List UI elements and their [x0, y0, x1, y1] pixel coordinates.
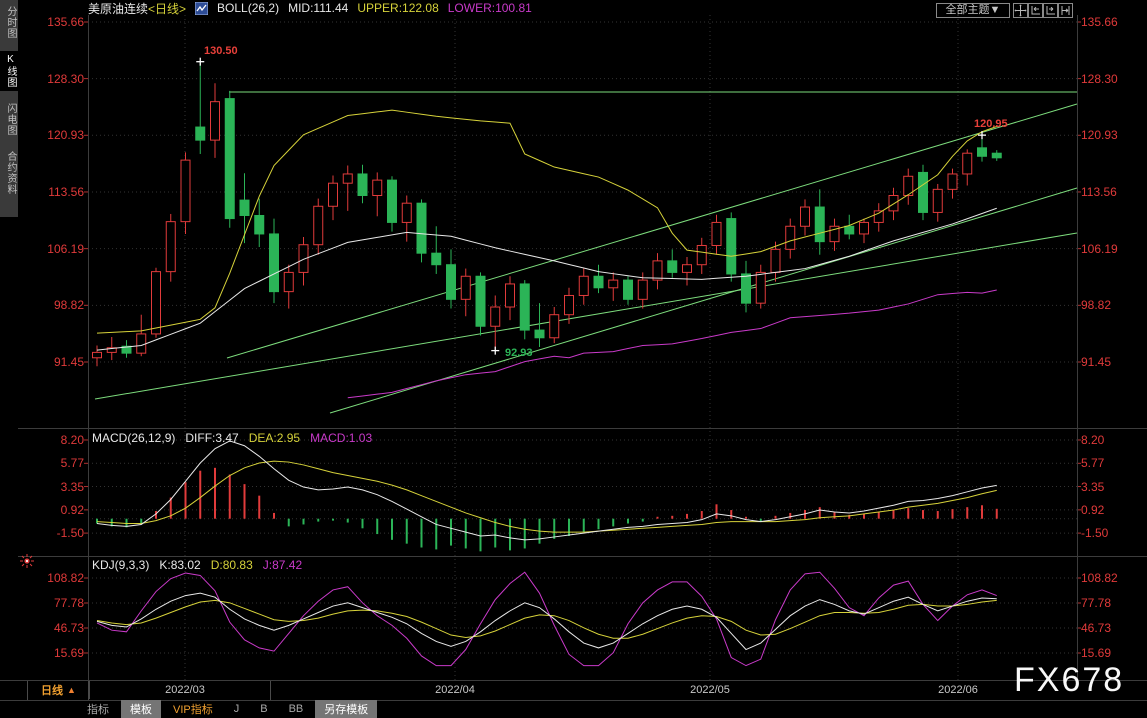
y-axis-label: 46.73 [53, 621, 84, 635]
kdj-title: KDJ(9,3,3) [92, 558, 150, 572]
y-axis-label: 15.69 [1081, 645, 1112, 660]
kdj-k-line [96, 592, 997, 651]
candlestick-series [92, 61, 1002, 367]
chart-canvas[interactable] [0, 0, 1147, 718]
y-axis-label: 120.93 [1081, 128, 1118, 143]
indicator-marker-icon[interactable] [19, 553, 35, 574]
bottom-tab[interactable]: J [225, 702, 249, 716]
axis-arrow-right-icon [1046, 6, 1055, 15]
all-themes-dropdown[interactable]: 全部主题▼ [936, 3, 1010, 18]
y-axis-label: 135.66 [1081, 15, 1118, 29]
y-axis-label: 8.20 [1081, 432, 1105, 447]
macd-title: MACD(26,12,9) [92, 431, 176, 445]
bottom-tab[interactable]: 另存模板 [315, 700, 378, 718]
watermark-logo: FX678 [1014, 661, 1125, 699]
y-axis-label: 0.92 [60, 502, 84, 517]
x-axis-date-label: 2022/06 [938, 684, 978, 696]
y-axis-label: -1.50 [1081, 526, 1109, 541]
y-axis-label: 91.45 [53, 355, 84, 369]
macd-macd-value: MACD:1.03 [310, 431, 373, 445]
chart-header: 美原油连续<日线> BOLL(26,2) MID:111.44 UPPER:12… [88, 0, 532, 17]
sidebar-item-contract-info[interactable]: 合约资料 [0, 148, 18, 198]
app-window: { "header": { "symbol": "美原油连续", "period… [0, 0, 1147, 718]
bottom-tab[interactable]: 指标 [78, 700, 118, 718]
grid-lines [88, 15, 1077, 680]
pane-arrow-icon [1061, 6, 1070, 15]
bottom-tab[interactable]: VIP指标 [164, 700, 222, 718]
y-axis-label: 91.45 [1081, 355, 1112, 369]
period-label: 日线 [41, 685, 64, 697]
y-axis-label: 106.19 [47, 241, 84, 256]
sidebar-item-kline[interactable]: K线图 [0, 51, 18, 91]
y-axis-label: 135.66 [47, 15, 84, 29]
x-axis-date-label: 2022/03 [165, 684, 205, 696]
boll-label: BOLL(26,2) [217, 1, 280, 15]
y-axis-label: 8.20 [60, 432, 84, 447]
axis-arrow-left-icon [1031, 6, 1040, 15]
line-chart-icon [194, 1, 209, 15]
kdj-d-value: D:80.83 [210, 558, 253, 572]
trend-lines [94, 91, 1078, 414]
bottom-tab[interactable]: 模板 [121, 700, 161, 718]
macd-diff-line [96, 440, 997, 541]
macd-header: MACD(26,12,9) DIFF:3.47 DEA:2.95 MACD:1.… [92, 431, 372, 445]
y-axis-label: 98.82 [1081, 298, 1112, 313]
y-axis-label: 0.92 [1081, 502, 1105, 517]
y-axis-label: 5.77 [1081, 456, 1105, 471]
period-arrow-icon: ▲ [67, 685, 76, 695]
kdj-k-value: K:83.02 [159, 558, 201, 572]
macd-dea-line [96, 460, 997, 533]
y-axis-label: 46.73 [1081, 621, 1112, 635]
high-price-annotation: 130.50 [204, 45, 238, 57]
period-tag: <日线> [148, 1, 187, 16]
bottom-tab-bar: 指标 模板 VIP指标 J B BB 另存模板 [78, 700, 378, 718]
boll-lower-value: LOWER:100.81 [447, 1, 532, 15]
y-axis-label: 15.69 [53, 645, 84, 660]
pan-right-button[interactable] [1058, 3, 1073, 18]
y-axis-label: -1.50 [56, 526, 84, 541]
y-axis-label: 108.82 [47, 571, 84, 585]
boll-lower-line [347, 289, 997, 399]
period-selector[interactable]: 日线 ▲ [27, 681, 90, 699]
y-axis-label: 3.35 [60, 479, 84, 494]
zoom-axis-left-button[interactable] [1028, 3, 1043, 18]
crosshair-move-button[interactable] [1013, 3, 1028, 18]
y-axis-label: 128.30 [1081, 71, 1118, 86]
bottom-tab[interactable]: BB [280, 702, 313, 716]
kdj-header: KDJ(9,3,3) K:83.02 D:80.83 J:87.42 [92, 558, 302, 572]
y-axis-label: 77.78 [1081, 595, 1112, 610]
boll-upper-value: UPPER:122.08 [357, 1, 439, 15]
y-axis-label: 98.82 [53, 298, 84, 313]
kdj-d-line [96, 599, 997, 639]
y-axis-label: 113.56 [48, 184, 84, 199]
y-axis-label: 106.19 [1081, 241, 1118, 256]
y-axis-label: 108.82 [1081, 571, 1118, 585]
y-axis-label: 77.78 [53, 595, 84, 610]
x-axis-date-label: 2022/05 [690, 684, 730, 696]
macd-histogram [96, 467, 998, 552]
chart-type-sidebar: 分时图 K线图 闪电图 合约资料 [0, 0, 18, 217]
y-axis-label: 5.77 [60, 456, 84, 471]
y-axis-label: 120.93 [47, 128, 84, 143]
x-axis-date-label: 2022/04 [435, 684, 475, 696]
macd-diff-value: DIFF:3.47 [185, 431, 239, 445]
sidebar-item-timeshare[interactable]: 分时图 [0, 3, 18, 42]
macd-dea-value: DEA:2.95 [248, 431, 301, 445]
sidebar-item-lightning[interactable]: 闪电图 [0, 100, 18, 139]
bottom-tab[interactable]: B [251, 702, 276, 716]
y-axis-label: 3.35 [1081, 479, 1105, 494]
symbol-name: 美原油连续 [88, 1, 149, 16]
kdj-j-line [96, 571, 997, 667]
y-axis-label: 128.30 [47, 71, 84, 86]
kdj-j-value: J:87.42 [262, 558, 303, 572]
last-price-annotation: 120.95 [974, 118, 1008, 130]
symbol-title: 美原油连续<日线> [88, 0, 186, 17]
boll-mid-value: MID:111.44 [288, 1, 349, 15]
low-price-annotation: 92.93 [505, 347, 533, 359]
zoom-axis-right-button[interactable] [1043, 3, 1058, 18]
crosshair-icon [1014, 4, 1027, 17]
y-axis-label: 113.56 [1081, 184, 1117, 199]
